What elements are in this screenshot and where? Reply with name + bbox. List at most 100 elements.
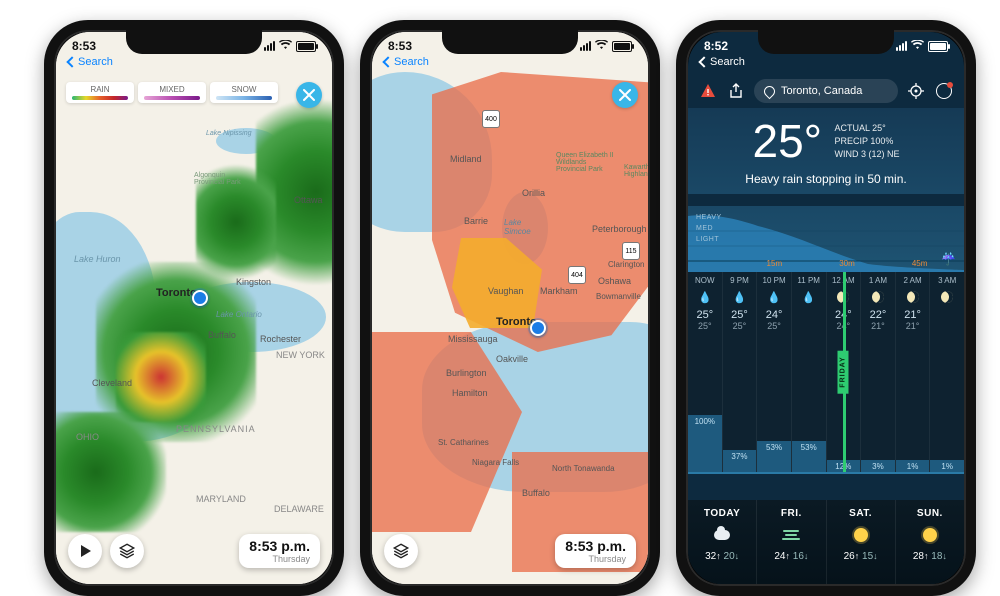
day-col[interactable]: SAT.26 15 [827, 500, 896, 584]
day-col[interactable]: SUN.28 18 [896, 500, 964, 584]
city-north-tonawanda: North Tonawanda [552, 464, 615, 473]
daily-forecast[interactable]: TODAY32 20FRI.24 16SAT.26 15SUN.28 18 [688, 500, 964, 584]
rain-drop-icon: 💧 [733, 291, 747, 304]
hour-col[interactable]: 11 PM 💧 53% [792, 272, 827, 472]
back-to-search[interactable]: Search [700, 56, 745, 68]
city-mississauga: Mississauga [448, 334, 498, 344]
hour-temp-lo: 21° [861, 321, 895, 331]
radar-shortcut-icon[interactable] [934, 81, 954, 101]
city-hamilton: Hamilton [452, 388, 488, 398]
rain-drop-icon: 💧 [802, 291, 816, 304]
hour-col[interactable]: 10 PM💧24°25°53% [757, 272, 792, 472]
state-maryland: MARYLAND [196, 494, 246, 504]
day-tag: FRIDAY [838, 350, 849, 393]
city-cleveland: Cleveland [92, 378, 132, 388]
wifi-icon [911, 39, 924, 53]
device-notch [758, 28, 894, 54]
chevron-left-icon [698, 56, 709, 67]
toolbar: Toronto, Canada [688, 76, 964, 106]
divider [688, 472, 964, 474]
sun-icon [854, 528, 868, 542]
city-niagara: Niagara Falls [472, 458, 519, 467]
day-temps: 26 15 [827, 551, 895, 562]
timestamp-pill[interactable]: 8:53 p.m. Thursday [555, 534, 636, 568]
day-label: TODAY [688, 508, 756, 519]
device-notch [126, 28, 262, 54]
sun-icon [923, 528, 937, 542]
hour-col[interactable]: 3 AM 1% [930, 272, 964, 472]
precip-bar: 37% [723, 450, 757, 472]
hour-temp-hi: 21° [896, 309, 930, 321]
warning-map[interactable]: Toronto Mississauga Oakville Burlington … [372, 32, 648, 584]
timestamp-time: 8:53 p.m. [565, 538, 626, 554]
city-buffalo: Buffalo [522, 488, 550, 498]
day-col[interactable]: FRI.24 16 [757, 500, 826, 584]
timestamp-day: Thursday [565, 554, 626, 564]
state-newyork: NEW YORK [276, 350, 325, 360]
city-burlington: Burlington [446, 368, 487, 378]
timestamp-pill[interactable]: 8:53 p.m. Thursday [239, 534, 320, 568]
wifi-icon [279, 39, 292, 53]
hour-label: 11 PM [792, 276, 826, 285]
hour-temp-hi: 22° [861, 309, 895, 321]
rain-drop-icon: 💧 [698, 291, 712, 304]
current-temp: 25° [752, 114, 822, 168]
close-button[interactable] [612, 82, 638, 108]
hour-col[interactable]: 9 PM💧25°25°37% [723, 272, 758, 472]
minutely-rain-chart[interactable]: HEAVY MED LIGHT 15m 30m 45m ☔ [688, 206, 964, 272]
layers-icon [118, 542, 136, 560]
cellular-icon [580, 41, 591, 51]
hour-label: 3 AM [930, 276, 964, 285]
hour-label: 9 PM [723, 276, 757, 285]
highway-shield: 404 [568, 266, 586, 284]
device-notch [442, 28, 578, 54]
hourly-forecast[interactable]: NOW💧25°25°100%9 PM💧25°25°37%10 PM💧24°25°… [688, 272, 964, 472]
layers-button[interactable] [384, 534, 418, 568]
current-details: ACTUAL 25° PRECIP 100% WIND 3 (12) NE [835, 122, 900, 161]
hour-col[interactable]: NOW💧25°25°100% [688, 272, 723, 472]
back-to-search[interactable]: Search [68, 56, 113, 68]
hour-col[interactable]: FRIDAY12 AM24°24°12% [827, 272, 862, 472]
radar-map[interactable]: Toronto Ottawa Kingston Buffalo Rocheste… [56, 32, 332, 584]
play-icon [81, 545, 91, 557]
city-rochester: Rochester [260, 334, 301, 344]
location-selector[interactable]: Toronto, Canada [754, 79, 898, 103]
share-icon[interactable] [726, 81, 746, 101]
hour-temp-hi: 25° [723, 309, 757, 321]
precip-bar: 3% [861, 460, 895, 472]
precip-bar: 53% [757, 441, 791, 472]
forecast-summary: Heavy rain stopping in 50 min. [688, 172, 964, 186]
city-toronto: Toronto [156, 287, 197, 299]
city-peterborough: Peterborough [592, 224, 647, 234]
hour-col[interactable]: 1 AM22°21°3% [861, 272, 896, 472]
play-button[interactable] [68, 534, 102, 568]
umbrella-icon: ☔ [941, 252, 956, 266]
precip-bar: 1% [930, 460, 964, 472]
hour-label: 10 PM [757, 276, 791, 285]
alert-icon[interactable] [698, 81, 718, 101]
city-buffalo: Buffalo [208, 330, 236, 340]
timestamp-time: 8:53 p.m. [249, 538, 310, 554]
layers-button[interactable] [110, 534, 144, 568]
city-midland: Midland [450, 154, 482, 164]
screen: Toronto Mississauga Oakville Burlington … [372, 32, 648, 584]
back-to-search[interactable]: Search [384, 56, 429, 68]
precip-bar: 53% [792, 441, 826, 472]
city-orillia: Orillia [522, 188, 545, 198]
day-col[interactable]: TODAY32 20 [688, 500, 757, 584]
close-button[interactable] [296, 82, 322, 108]
battery-icon [928, 41, 948, 52]
hour-col[interactable]: 2 AM21°21°1% [896, 272, 931, 472]
highway-shield: 115 [622, 242, 640, 260]
cellular-icon [264, 41, 275, 51]
back-label: Search [78, 56, 113, 68]
city-kingston: Kingston [236, 277, 271, 287]
radar-legend: RAIN MIXED SNOW [66, 82, 278, 103]
precip-bar: 100% [688, 415, 722, 472]
day-temps: 24 16 [757, 551, 825, 562]
day-temps: 28 18 [896, 551, 964, 562]
timestamp-day: Thursday [249, 554, 310, 564]
city-stcatharines: St. Catharines [438, 438, 489, 447]
screen: Toronto Ottawa Kingston Buffalo Rocheste… [56, 32, 332, 584]
target-icon[interactable] [906, 81, 926, 101]
